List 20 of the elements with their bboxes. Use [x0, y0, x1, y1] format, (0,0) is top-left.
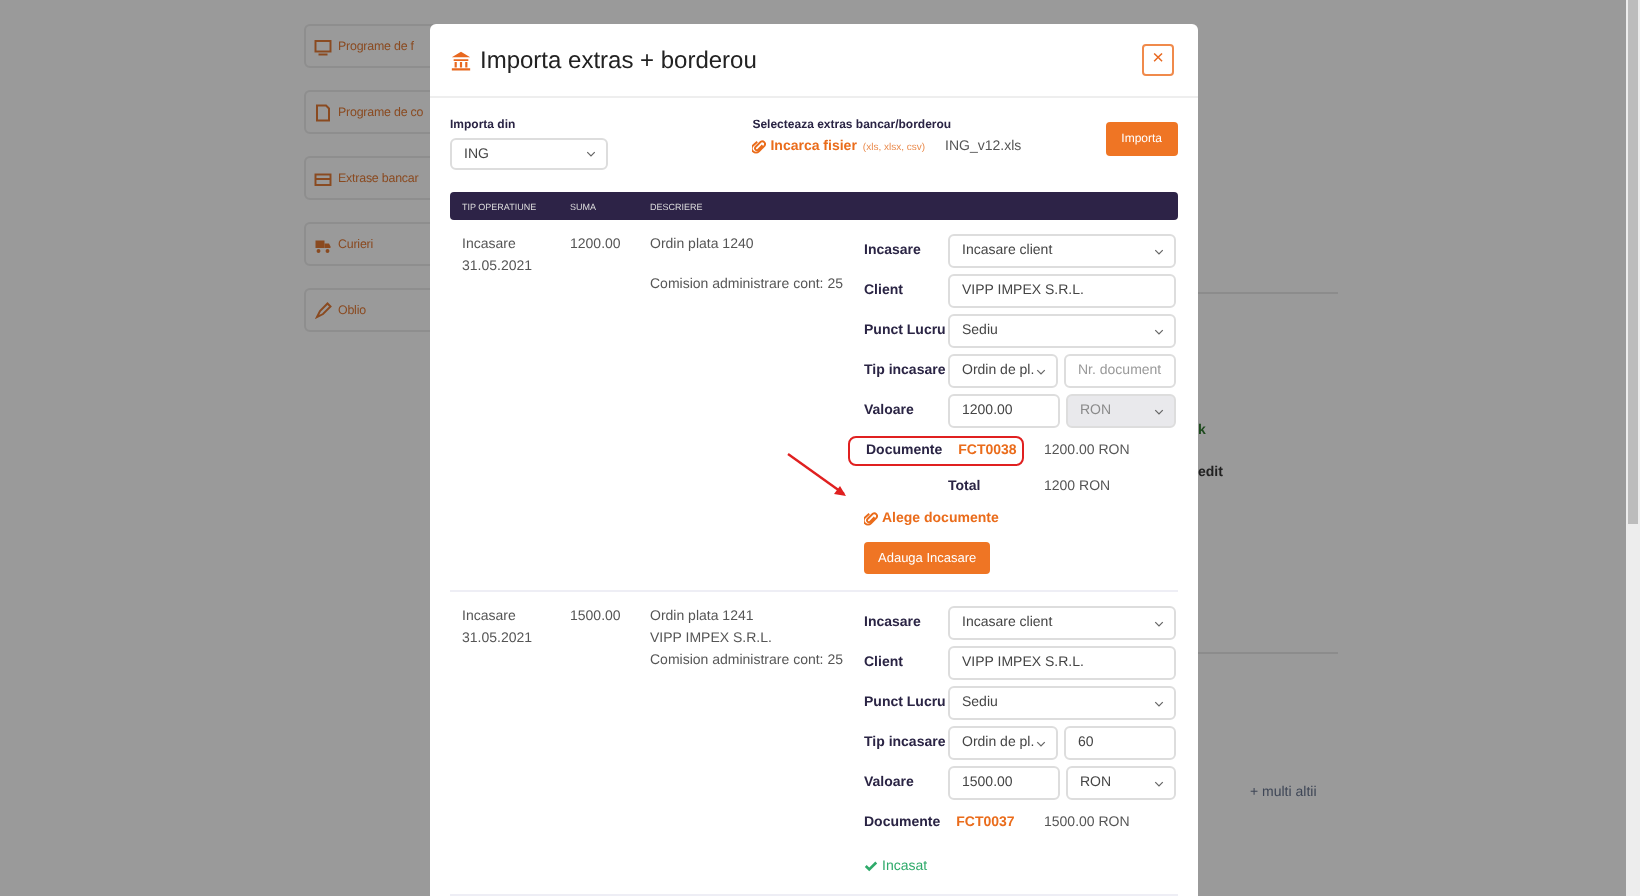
chevron-down-icon — [1154, 247, 1164, 255]
chevron-down-icon — [1154, 699, 1164, 707]
chevron-down-icon — [1154, 407, 1164, 415]
close-button[interactable]: × — [1142, 44, 1174, 76]
chevron-down-icon — [1154, 327, 1164, 335]
menu-item-icon — [314, 235, 332, 253]
paperclip-icon — [864, 512, 878, 526]
bank-icon — [450, 49, 472, 71]
menu-item-icon — [314, 301, 332, 319]
menu-item-icon — [314, 37, 332, 55]
menu-item-icon — [314, 103, 332, 121]
scrollbar[interactable] — [1626, 0, 1640, 896]
chevron-down-icon — [586, 150, 597, 158]
paperclip-icon — [752, 140, 767, 154]
chevron-down-icon — [1154, 779, 1164, 787]
chevron-down-icon — [1036, 367, 1046, 375]
chevron-down-icon — [1154, 619, 1164, 627]
chevron-down-icon — [1036, 739, 1046, 747]
check-icon — [864, 860, 878, 872]
menu-item-icon — [314, 169, 332, 187]
